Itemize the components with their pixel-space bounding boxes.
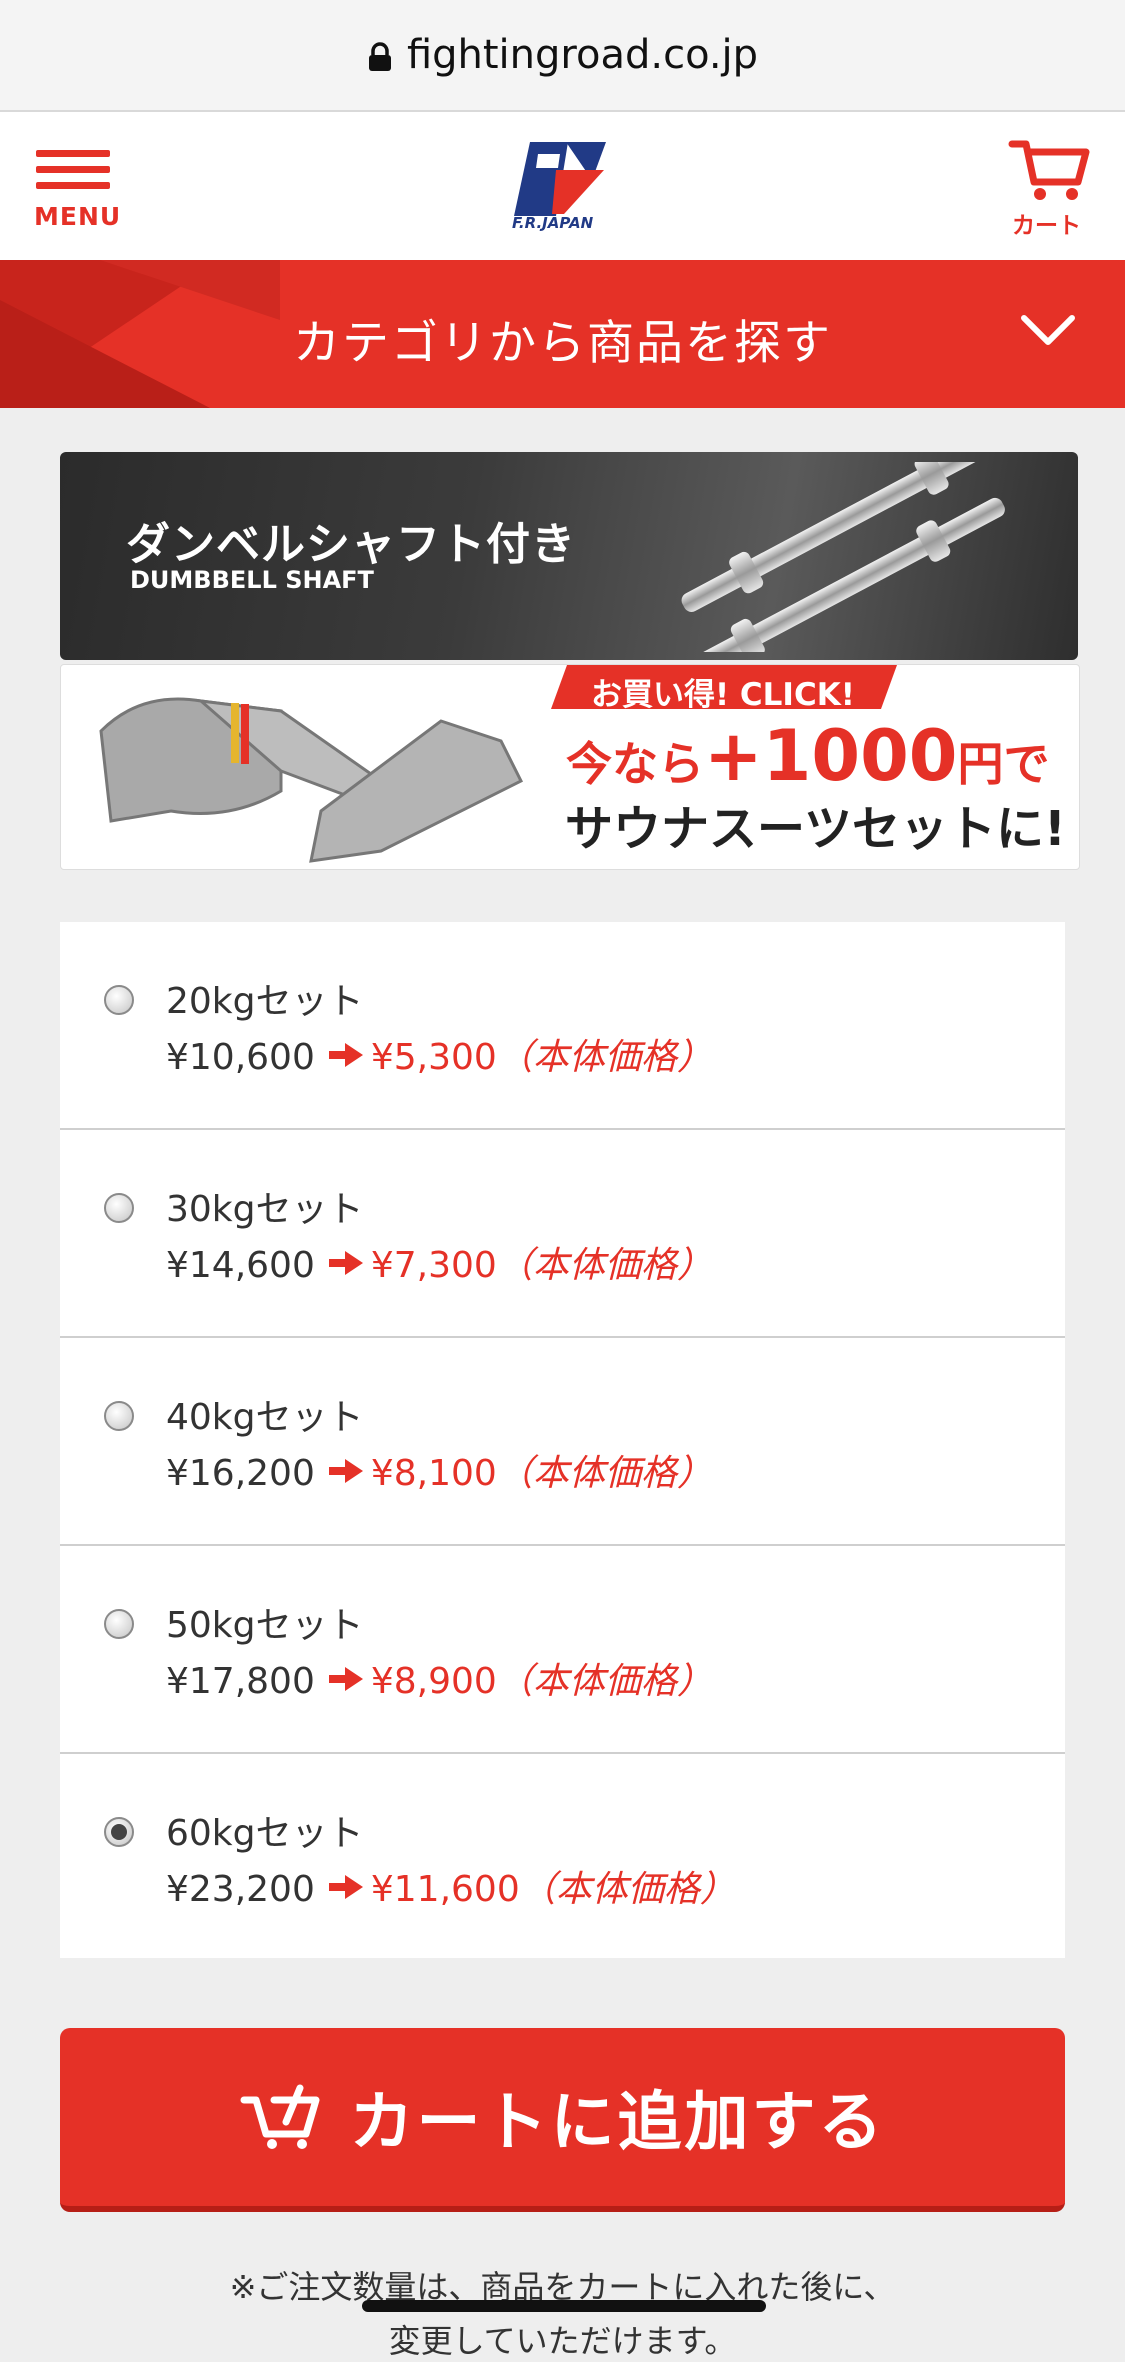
option-name: 20kgセット xyxy=(166,981,364,1022)
tax-note: （本体価格） xyxy=(496,1245,713,1286)
dumbbell-shaft-banner[interactable]: ダンベルシャフト付き DUMBBELL SHAFT xyxy=(60,452,1078,660)
add-to-cart-label: カートに追加する xyxy=(349,2086,886,2160)
deal-line-2: サウナスーツセットに! xyxy=(565,801,1066,857)
set-option-row[interactable]: 50kgセット ¥17,800 ¥8,900（本体価格） xyxy=(60,1546,1065,1754)
option-price: ¥10,600 ¥5,300（本体価格） xyxy=(166,1028,713,1080)
radio-button-selected[interactable] xyxy=(104,1817,134,1847)
option-name: 50kgセット xyxy=(166,1605,364,1646)
deal-prefix: 今なら xyxy=(566,737,704,791)
arrow-right-icon xyxy=(328,1251,363,1275)
original-price: ¥16,200 xyxy=(166,1453,315,1494)
deal-line-1: 今なら+1000円で xyxy=(566,715,1049,797)
option-name: 60kgセット xyxy=(166,1813,364,1854)
option-price: ¥17,800 ¥8,900（本体価格） xyxy=(166,1652,713,1704)
sale-price: ¥7,300 xyxy=(370,1245,497,1286)
banner-title-jp: ダンベルシャフト付き xyxy=(126,519,576,570)
set-options-list: 20kgセット ¥10,600 ¥5,300（本体価格） 30kgセット ¥14,… xyxy=(60,922,1065,1958)
tax-note: （本体価格） xyxy=(496,1661,713,1702)
original-price: ¥23,200 xyxy=(166,1869,315,1910)
radio-button[interactable] xyxy=(104,1609,134,1639)
dumbbell-shaft-image xyxy=(681,462,1005,652)
set-option-row[interactable]: 60kgセット ¥23,200 ¥11,600（本体価格） xyxy=(60,1754,1065,1958)
sauna-suit-image xyxy=(99,697,524,863)
arrow-right-icon xyxy=(328,1043,363,1067)
option-price: ¥16,200 ¥8,100（本体価格） xyxy=(166,1444,713,1496)
radio-button[interactable] xyxy=(104,1401,134,1431)
deal-suffix: 円で xyxy=(957,737,1050,791)
radio-button[interactable] xyxy=(104,1193,134,1223)
deal-amount: +1000 xyxy=(704,715,958,797)
original-price: ¥17,800 xyxy=(166,1661,315,1702)
deal-badge-text: お買い得! CLICK! xyxy=(591,677,855,713)
cart-icon xyxy=(240,2084,319,2149)
add-to-cart-button[interactable]: カートに追加する xyxy=(60,2028,1065,2212)
logo-mark xyxy=(514,142,606,216)
browser-url-bar[interactable]: fightingroad.co.jp xyxy=(0,0,1125,112)
menu-button[interactable]: MENU xyxy=(34,148,120,238)
set-option-row[interactable]: 20kgセット ¥10,600 ¥5,300（本体価格） xyxy=(60,922,1065,1130)
cart-button[interactable]: カート xyxy=(1006,138,1096,239)
cart-label: カート xyxy=(1012,213,1081,239)
sauna-suit-banner[interactable]: お買い得! CLICK! 今なら+1000円で サウナスーツセットに! xyxy=(60,664,1080,870)
chevron-down-icon xyxy=(1021,315,1075,345)
radio-button[interactable] xyxy=(104,985,134,1015)
arrow-right-icon xyxy=(328,1875,363,1899)
option-price: ¥14,600 ¥7,300（本体価格） xyxy=(166,1236,713,1288)
url-text: fightingroad.co.jp xyxy=(406,32,759,78)
option-name: 40kgセット xyxy=(166,1397,364,1438)
logo-text: F.R.JAPAN xyxy=(512,214,594,232)
fr-japan-logo[interactable]: F.R.JAPAN xyxy=(508,140,618,240)
option-price: ¥23,200 ¥11,600（本体価格） xyxy=(166,1860,736,1912)
option-name: 30kgセット xyxy=(166,1189,364,1230)
menu-label: MENU xyxy=(34,202,122,231)
arrow-right-icon xyxy=(328,1459,363,1483)
tax-note: （本体価格） xyxy=(496,1037,713,1078)
arrow-right-icon xyxy=(328,1667,363,1691)
banner-title-en: DUMBBELL SHAFT xyxy=(130,566,374,594)
category-dropdown[interactable]: カテゴリから商品を探す xyxy=(0,260,1125,408)
sale-price: ¥8,900 xyxy=(370,1661,497,1702)
original-price: ¥14,600 xyxy=(166,1245,315,1286)
tax-note: （本体価格） xyxy=(496,1453,713,1494)
lock-icon xyxy=(368,42,391,71)
original-price: ¥10,600 xyxy=(166,1037,315,1078)
cart-icon xyxy=(1008,140,1090,200)
site-header: MENU F.R.JAPAN カート xyxy=(0,112,1125,260)
sale-price: ¥5,300 xyxy=(370,1037,497,1078)
sale-price: ¥11,600 xyxy=(370,1869,520,1910)
quantity-note-2: 変更していただけます。 xyxy=(388,2322,737,2360)
tax-note: （本体価格） xyxy=(519,1869,736,1910)
category-title: カテゴリから商品を探す xyxy=(293,316,832,371)
sale-price: ¥8,100 xyxy=(370,1453,497,1494)
home-indicator[interactable] xyxy=(362,2300,766,2312)
set-option-row[interactable]: 40kgセット ¥16,200 ¥8,100（本体価格） xyxy=(60,1338,1065,1546)
set-option-row[interactable]: 30kgセット ¥14,600 ¥7,300（本体価格） xyxy=(60,1130,1065,1338)
